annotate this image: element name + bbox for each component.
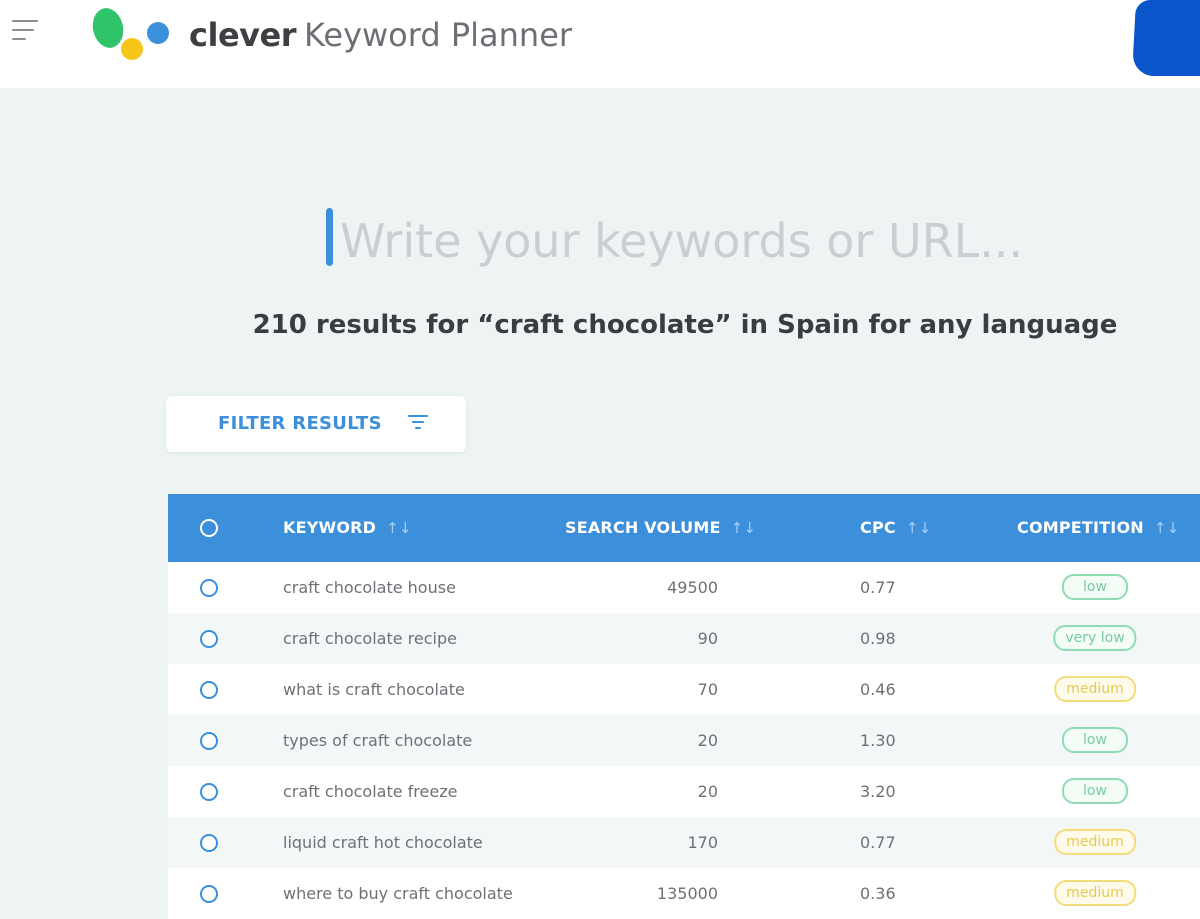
keyword-cell: what is craft chocolate	[283, 680, 465, 699]
column-header-keyword[interactable]: KEYWORD ↑↓	[283, 518, 412, 537]
sort-arrows-icon[interactable]: ↑↓	[731, 519, 757, 537]
keyword-results-table: KEYWORD ↑↓ SEARCH VOLUME ↑↓ CPC ↑↓ COMPETIT…	[168, 494, 1200, 919]
search-volume-cell: 20	[697, 731, 718, 750]
column-label: CPC	[860, 518, 896, 537]
sort-arrows-icon[interactable]: ↑↓	[1154, 519, 1180, 537]
sort-arrows-icon[interactable]: ↑↓	[386, 519, 412, 537]
table-row[interactable]: where to buy craft chocolate 135000 0.36…	[168, 868, 1200, 919]
column-label: KEYWORD	[283, 518, 377, 537]
row-select-radio[interactable]	[200, 630, 218, 648]
clever-logo	[92, 8, 169, 60]
row-select-radio[interactable]	[200, 681, 218, 699]
results-summary: 210 results for “craft chocolate” in Spa…	[252, 310, 1118, 340]
cpc-cell: 0.77	[860, 833, 896, 852]
competition-badge: medium	[1054, 829, 1136, 855]
competition-badge: low	[1062, 727, 1128, 753]
sort-arrows-icon[interactable]: ↑↓	[906, 519, 932, 537]
app-header: clever Keyword Planner	[0, 0, 1200, 88]
table-row[interactable]: types of craft chocolate 20 1.30 low	[168, 715, 1200, 766]
user-avatar[interactable]	[1132, 0, 1200, 76]
table-row[interactable]: craft chocolate freeze 20 3.20 low	[168, 766, 1200, 817]
keyword-cell: craft chocolate house	[283, 578, 456, 597]
competition-badge: very low	[1053, 625, 1137, 651]
table-row[interactable]: liquid craft hot chocolate 170 0.77 medi…	[168, 817, 1200, 868]
row-select-radio[interactable]	[200, 579, 218, 597]
app-title: clever Keyword Planner	[189, 14, 572, 56]
competition-badge: medium	[1054, 880, 1136, 906]
search-volume-cell: 70	[697, 680, 718, 699]
select-all-radio[interactable]	[200, 519, 218, 537]
column-label: SEARCH VOLUME	[565, 518, 721, 537]
keyword-cell: liquid craft hot chocolate	[283, 833, 483, 852]
row-select-radio[interactable]	[200, 783, 218, 801]
search-volume-cell: 135000	[656, 884, 718, 903]
keyword-cell: types of craft chocolate	[283, 731, 473, 750]
product-name: Keyword Planner	[303, 16, 573, 54]
table-row[interactable]: what is craft chocolate 70 0.46 medium	[168, 664, 1200, 715]
column-label: COMPETITION	[1017, 518, 1144, 537]
row-select-radio[interactable]	[200, 885, 218, 903]
keyword-search-input[interactable]	[340, 206, 1080, 276]
filter-icon	[408, 415, 430, 433]
cpc-cell: 0.98	[860, 629, 896, 648]
text-cursor	[326, 208, 333, 266]
cpc-cell: 1.30	[860, 731, 896, 750]
search-volume-cell: 20	[697, 782, 718, 801]
cpc-cell: 0.36	[860, 884, 896, 903]
search-volume-cell: 90	[697, 629, 718, 648]
search-volume-cell: 170	[687, 833, 718, 852]
keyword-cell: where to buy craft chocolate	[283, 884, 513, 903]
cpc-cell: 0.46	[860, 680, 896, 699]
competition-badge: medium	[1054, 676, 1136, 702]
keyword-cell: craft chocolate recipe	[283, 629, 457, 648]
filter-results-label: FILTER RESULTS	[218, 413, 382, 434]
table-header: KEYWORD ↑↓ SEARCH VOLUME ↑↓ CPC ↑↓ COMPETIT…	[168, 494, 1200, 562]
table-row[interactable]: craft chocolate recipe 90 0.98 very low	[168, 613, 1200, 664]
competition-badge: low	[1062, 778, 1128, 804]
column-header-search-volume[interactable]: SEARCH VOLUME ↑↓	[565, 518, 756, 537]
search-volume-cell: 49500	[667, 578, 718, 597]
keyword-cell: craft chocolate freeze	[283, 782, 458, 801]
competition-badge: low	[1062, 574, 1128, 600]
column-header-cpc[interactable]: CPC ↑↓	[860, 518, 931, 537]
filter-results-button[interactable]: FILTER RESULTS	[166, 396, 466, 452]
hamburger-menu-icon[interactable]	[12, 20, 40, 42]
brand-name: clever	[189, 16, 296, 54]
row-select-radio[interactable]	[200, 834, 218, 852]
cpc-cell: 3.20	[860, 782, 896, 801]
cpc-cell: 0.77	[860, 578, 896, 597]
row-select-radio[interactable]	[200, 732, 218, 750]
table-row[interactable]: craft chocolate house 49500 0.77 low	[168, 562, 1200, 613]
column-header-competition[interactable]: COMPETITION ↑↓	[1017, 518, 1179, 537]
